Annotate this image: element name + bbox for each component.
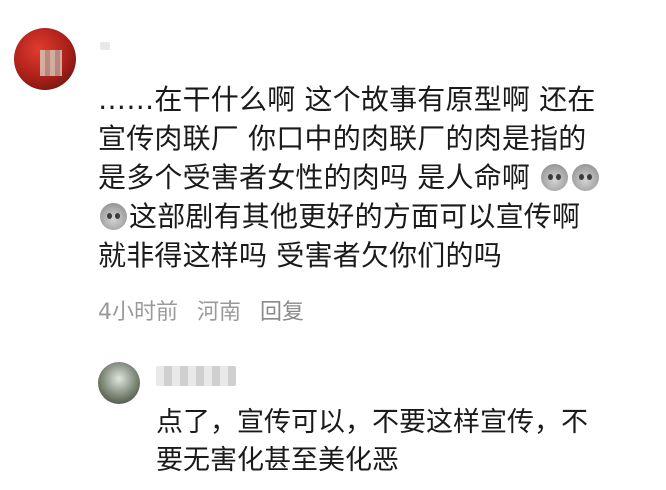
replier-avatar[interactable] xyxy=(98,362,140,404)
reply-line: 点了，宣传可以，不要这样宣传，不 xyxy=(156,407,588,438)
commenter-avatar[interactable] xyxy=(14,28,76,90)
comment-line-text: 是多个受害者女性的肉吗 是人命啊 xyxy=(98,161,531,194)
sad-face-emoji-icon xyxy=(541,164,569,191)
comment-line: 这部剧有其他更好的方面可以宣传啊 xyxy=(98,197,654,236)
comment-location: 河南 xyxy=(197,300,242,325)
sad-face-emoji-icon xyxy=(572,164,600,191)
comment-text: ……在干什么啊 这个故事有原型啊 还在 宣传肉联厂 你口中的肉联厂的肉是指的 是… xyxy=(98,80,654,275)
comment-line: 是多个受害者女性的肉吗 是人命啊 xyxy=(98,158,654,197)
reply-button[interactable]: 回复 xyxy=(260,300,304,325)
avatar-blur-mask xyxy=(40,50,62,76)
comment-meta: 4小时前 河南 回复 xyxy=(98,294,316,326)
reply-line: 要无害化甚至美化恶 xyxy=(156,445,399,476)
comment-line: 宣传肉联厂 你口中的肉联厂的肉是指的 xyxy=(98,122,587,155)
comment-time: 4小时前 xyxy=(98,300,178,325)
commenter-username-blurred[interactable] xyxy=(100,42,110,50)
comment-line: ……在干什么啊 这个故事有原型啊 还在 xyxy=(98,83,596,116)
comment-line-text: 这部剧有其他更好的方面可以宣传啊 xyxy=(129,200,581,233)
reply-text: 点了，宣传可以，不要这样宣传，不 要无害化甚至美化恶 xyxy=(156,404,656,480)
sad-face-emoji-icon xyxy=(100,203,127,230)
replier-username-blurred[interactable] xyxy=(156,366,236,386)
comment-line: 就非得这样吗 受害者欠你们的吗 xyxy=(98,239,502,272)
